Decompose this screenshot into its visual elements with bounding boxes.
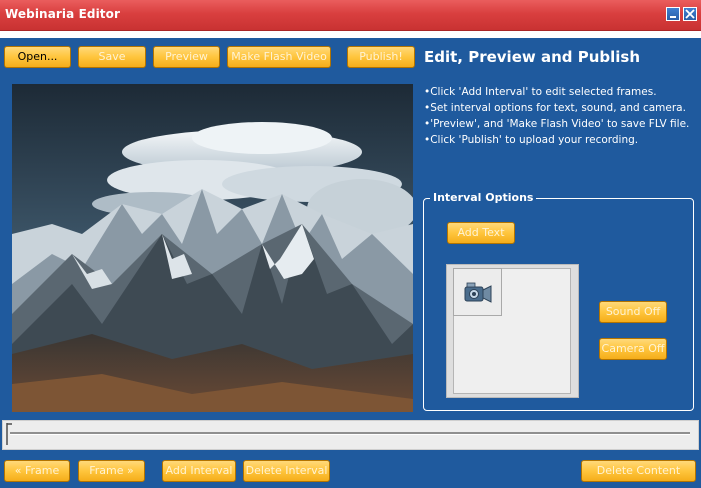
save-button[interactable]: Save	[78, 46, 146, 68]
title-bar[interactable]: Webinaria Editor	[0, 0, 701, 31]
frame-preview-image	[12, 84, 413, 412]
minimize-icon[interactable]	[666, 7, 680, 21]
editor-window: Webinaria Editor Open... Save Preview Ma…	[0, 0, 701, 488]
make-flash-video-button[interactable]: Make Flash Video	[227, 46, 331, 68]
instructions-list: Click 'Add Interval' to edit selected fr…	[424, 84, 689, 148]
delete-content-button[interactable]: Delete Content	[581, 460, 696, 482]
frame-thumbnail[interactable]	[453, 268, 502, 316]
open-button[interactable]: Open...	[4, 46, 71, 68]
camera-off-button[interactable]: Camera Off	[599, 338, 667, 360]
timeline-track-highlight	[10, 434, 690, 435]
sound-off-button[interactable]: Sound Off	[599, 301, 667, 323]
timeline-slider-handle[interactable]	[6, 423, 14, 445]
delete-interval-button[interactable]: Delete Interval	[243, 460, 330, 482]
instruction-item: Click 'Publish' to upload your recording…	[424, 132, 689, 148]
camcorder-icon	[464, 282, 492, 303]
window-title: Webinaria Editor	[5, 7, 120, 21]
next-frame-button[interactable]: Frame »	[78, 460, 145, 482]
interval-options-label: Interval Options	[430, 191, 537, 204]
add-interval-button[interactable]: Add Interval	[162, 460, 236, 482]
instruction-item: Click 'Add Interval' to edit selected fr…	[424, 84, 689, 100]
instruction-item: 'Preview', and 'Make Flash Video' to sav…	[424, 116, 689, 132]
timeline[interactable]	[2, 420, 699, 450]
publish-button[interactable]: Publish!	[347, 46, 415, 68]
previous-frame-button[interactable]: « Frame	[4, 460, 70, 482]
close-icon[interactable]	[683, 7, 697, 21]
preview-button[interactable]: Preview	[153, 46, 220, 68]
add-text-button[interactable]: Add Text	[447, 222, 515, 244]
page-title: Edit, Preview and Publish	[424, 48, 641, 66]
instruction-item: Set interval options for text, sound, an…	[424, 100, 689, 116]
